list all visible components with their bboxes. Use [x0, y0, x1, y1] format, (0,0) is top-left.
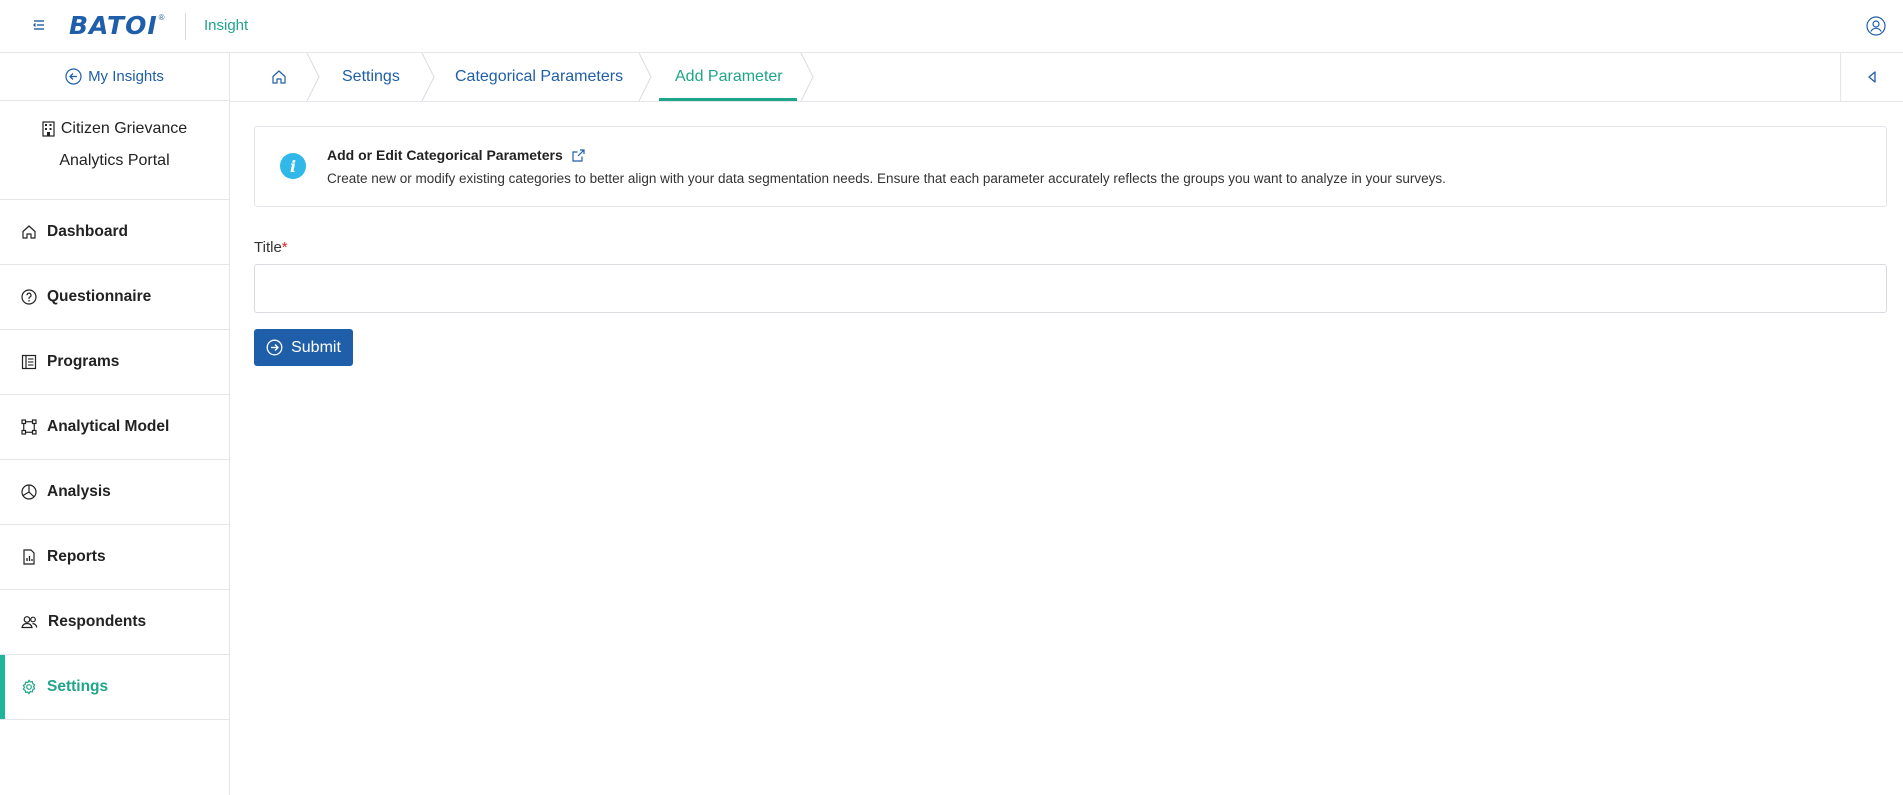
sidebar-item-label: Questionnaire	[47, 288, 152, 305]
arrow-right-circle-icon	[266, 339, 283, 356]
sidebar-item-dashboard[interactable]: Dashboard	[0, 200, 229, 265]
user-icon[interactable]	[1866, 16, 1886, 36]
home-icon	[272, 70, 286, 84]
sidebar-item-label: Analytical Model	[47, 418, 170, 435]
title-label-text: Title	[254, 239, 282, 256]
caret-left-icon	[1868, 71, 1876, 83]
submit-label: Submit	[291, 338, 341, 356]
home-icon	[22, 225, 36, 239]
breadcrumb-separator	[421, 53, 435, 101]
my-insights-link[interactable]: My Insights	[0, 53, 229, 101]
external-link-icon[interactable]	[571, 148, 586, 163]
back-arrow-icon	[65, 68, 82, 85]
sidebar-item-settings[interactable]: Settings	[0, 655, 229, 720]
my-insights-label: My Insights	[88, 68, 164, 85]
sidebar-item-label: Analysis	[47, 483, 111, 500]
app-name: Insight	[204, 17, 249, 34]
sidebar-item-label: Dashboard	[47, 223, 128, 240]
model-icon	[21, 419, 37, 435]
sidebar-item-label: Respondents	[48, 613, 147, 630]
building-icon	[42, 121, 55, 137]
sidebar-item-label: Reports	[47, 548, 106, 565]
brand-logo[interactable]: BATOI ®	[69, 10, 165, 40]
org-name-line2: Analytics Portal	[59, 152, 170, 169]
logo-text: BATOI	[69, 10, 158, 40]
sidebar-item-label: Programs	[47, 353, 120, 370]
breadcrumb-add-parameter[interactable]: Add Parameter	[675, 53, 783, 101]
title-input[interactable]	[254, 264, 1887, 313]
users-icon	[21, 616, 38, 629]
sidebar-item-label: Settings	[47, 678, 109, 695]
breadcrumb-separator	[638, 53, 652, 101]
info-heading: Add or Edit Categorical Parameters	[327, 147, 586, 163]
info-description: Create new or modify existing categories…	[327, 171, 1446, 186]
sidebar-item-reports[interactable]: Reports	[0, 525, 229, 590]
sidebar-item-analytical-model[interactable]: Analytical Model	[0, 395, 229, 460]
list-icon	[21, 354, 37, 370]
sidebar-item-programs[interactable]: Programs	[0, 330, 229, 395]
breadcrumb-categorical-parameters[interactable]: Categorical Parameters	[455, 53, 623, 101]
sidebar-item-respondents[interactable]: Respondents	[0, 590, 229, 655]
org-name-line1: Citizen Grievance	[60, 120, 188, 137]
top-bar: BATOI ® Insight	[0, 0, 1903, 53]
organization-name: Citizen Grievance Analytics Portal	[0, 101, 229, 200]
logo-divider	[185, 13, 186, 40]
breadcrumb-settings[interactable]: Settings	[342, 53, 400, 101]
report-icon	[23, 549, 35, 565]
collapse-panel-button[interactable]	[1840, 53, 1903, 101]
active-tab-indicator	[659, 98, 797, 101]
breadcrumb-separator	[306, 53, 320, 101]
menu-icon[interactable]	[31, 17, 47, 33]
question-icon	[21, 289, 37, 305]
info-title: Add or Edit Categorical Parameters	[327, 147, 563, 163]
sidebar: My Insights Citizen Grievance Analytics …	[0, 53, 230, 795]
breadcrumb-home[interactable]	[270, 53, 288, 101]
pie-chart-icon	[21, 484, 37, 500]
gear-icon	[22, 679, 36, 695]
sidebar-item-questionnaire[interactable]: Questionnaire	[0, 265, 229, 330]
sidebar-nav: Dashboard Questionnaire Programs Analyti…	[0, 200, 229, 720]
info-icon: i	[280, 153, 306, 179]
breadcrumb: Settings Categorical Parameters Add Para…	[230, 53, 1903, 102]
submit-button[interactable]: Submit	[254, 329, 353, 366]
info-panel: i Add or Edit Categorical Parameters Cre…	[254, 126, 1887, 207]
breadcrumb-separator	[800, 53, 814, 101]
required-mark: *	[281, 239, 288, 256]
registered-mark: ®	[158, 12, 165, 22]
title-label: Title*	[254, 239, 288, 256]
sidebar-item-analysis[interactable]: Analysis	[0, 460, 229, 525]
